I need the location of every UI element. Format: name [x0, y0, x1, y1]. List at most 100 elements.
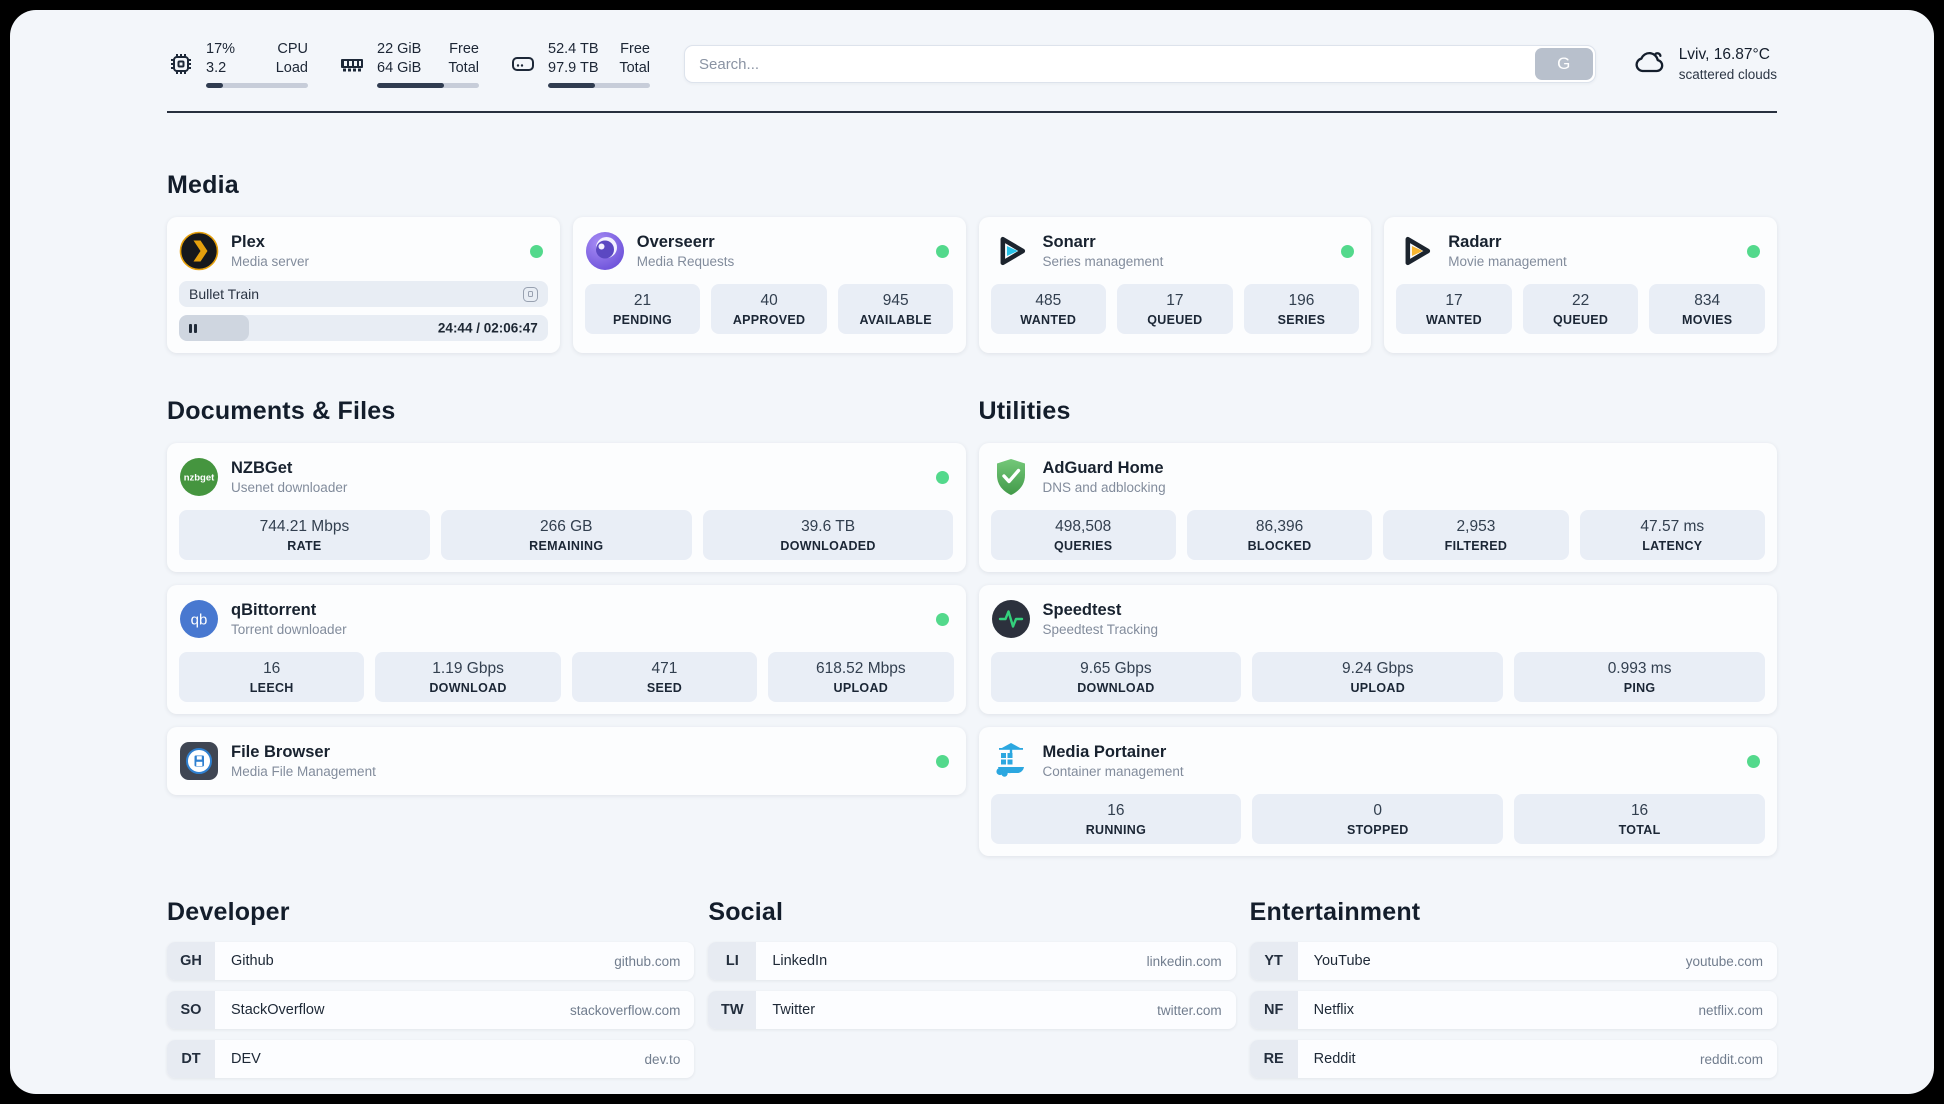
bookmark-netflix[interactable]: NF Netflix netflix.com [1249, 991, 1777, 1029]
app-card-adguard[interactable]: AdGuard Home DNS and adblocking 498,508 … [978, 443, 1777, 572]
app-card-sonarr[interactable]: Sonarr Series management 485 WANTED 17 Q… [978, 217, 1372, 353]
memory-free-label: Free [449, 41, 479, 58]
filebrowser-icon [179, 741, 219, 781]
app-card-qbittorrent[interactable]: qb qBittorrent Torrent downloader 16 LEE… [167, 585, 966, 714]
memory-icon [338, 50, 366, 78]
weather-widget[interactable]: Lviv, 16.87°C scattered clouds [1632, 45, 1777, 84]
bookmark-abbr: DT [167, 1040, 215, 1078]
app-card-nzbget[interactable]: nzbget NZBGet Usenet downloader 744.21 M… [167, 443, 966, 572]
bookmark-youtube[interactable]: YT YouTube youtube.com [1249, 942, 1777, 980]
app-card-filebrowser[interactable]: File Browser Media File Management [167, 727, 966, 795]
app-card-radarr[interactable]: Radarr Movie management 17 WANTED 22 QUE… [1384, 217, 1777, 353]
bookmark-abbr: TW [708, 991, 757, 1029]
section-social: Social LI LinkedIn linkedin.com TW Twitt… [708, 898, 1236, 1078]
status-online-dot [935, 470, 949, 484]
bookmark-stackoverflow[interactable]: SO StackOverflow stackoverflow.com [167, 991, 695, 1029]
search-input[interactable] [684, 45, 1596, 83]
bookmark-abbr: LI [708, 942, 757, 980]
app-description: Container management [1042, 764, 1184, 779]
bookmark-abbr: YT [1249, 942, 1298, 980]
bookmark-abbr: SO [167, 991, 215, 1029]
storage-free-label: Free [620, 41, 650, 58]
cpu-label: CPU [277, 41, 308, 58]
bookmark-name: Reddit [1313, 1051, 1356, 1067]
bookmark-url: dev.to [644, 1051, 681, 1067]
bookmark-abbr: RE [1249, 1040, 1298, 1078]
cpu-load-value: 3.2 [206, 60, 227, 76]
stat-queued: 17 QUEUED [1117, 284, 1233, 334]
stat-remaining: 266 GB REMAINING [440, 510, 692, 560]
stat-available: 945 AVAILABLE [837, 284, 954, 334]
bookmark-reddit[interactable]: RE Reddit reddit.com [1249, 1040, 1777, 1078]
cpu-stat: 17% 3.2 CPU Load [167, 40, 308, 88]
section-title-documents: Documents & Files [167, 397, 396, 425]
stat-seed: 471 SEED [571, 652, 758, 702]
bookmark-linkedin[interactable]: LI LinkedIn linkedin.com [708, 942, 1236, 980]
dashboard-page: 17% 3.2 CPU Load 22 GiB 64 GiB Free Tota… [10, 10, 1934, 1094]
section-title-developer: Developer [167, 898, 290, 926]
bookmark-url: youtube.com [1685, 953, 1763, 969]
weather-location-temp: Lviv, 16.87°C [1678, 46, 1770, 63]
cpu-icon [167, 50, 195, 78]
app-name: NZBGet [231, 459, 293, 477]
stat-upload: 9.24 Gbps UPLOAD [1252, 652, 1504, 702]
app-description: DNS and adblocking [1042, 480, 1166, 495]
stat-running: 16 RUNNING [990, 794, 1242, 844]
adguard-icon [991, 457, 1031, 497]
storage-total-label: Total [619, 60, 650, 76]
sonarr-icon [991, 231, 1031, 271]
section-title-utilities: Utilities [978, 397, 1071, 425]
bookmark-abbr: NF [1249, 991, 1298, 1029]
radarr-icon [1396, 231, 1436, 271]
status-online-dot [529, 244, 543, 258]
app-description: Media Requests [636, 254, 735, 269]
svg-text:qb: qb [191, 612, 208, 629]
stat-wanted: 17 WANTED [1396, 284, 1512, 334]
qbittorrent-icon: qb [179, 599, 219, 639]
portainer-icon [991, 741, 1031, 781]
memory-total-label: Total [448, 60, 479, 76]
app-name: Radarr [1448, 233, 1502, 251]
section-utilities: Utilities AdGuard Home DNS and adblockin… [978, 397, 1777, 856]
now-playing-progress: 24:44 / 02:06:47 [179, 315, 548, 341]
stat-total: 16 TOTAL [1514, 794, 1765, 844]
app-card-portainer[interactable]: Media Portainer Container management 16 … [978, 727, 1777, 856]
now-playing-time: 24:44 / 02:06:47 [437, 320, 538, 336]
stat-blocked: 86,396 BLOCKED [1186, 510, 1373, 560]
bookmark-github[interactable]: GH Github github.com [167, 942, 695, 980]
cloud-icon [1632, 45, 1666, 84]
stat-ping: 0.993 ms PING [1514, 652, 1765, 702]
app-name: qBittorrent [231, 601, 317, 619]
section-developer: Developer GH Github github.com SO StackO… [167, 898, 695, 1078]
stat-approved: 40 APPROVED [711, 284, 827, 334]
stat-queued: 22 QUEUED [1522, 284, 1639, 334]
bookmark-name: LinkedIn [772, 953, 828, 969]
video-media-icon [522, 286, 538, 302]
section-title-entertainment: Entertainment [1249, 898, 1421, 926]
app-description: Usenet downloader [231, 480, 348, 495]
app-name: File Browser [231, 743, 331, 761]
bookmark-name: Github [231, 953, 274, 969]
storage-icon [509, 50, 537, 78]
plex-icon [179, 231, 219, 271]
app-card-overseerr[interactable]: Overseerr Media Requests 21 PENDING 40 A… [572, 217, 966, 353]
app-card-speedtest[interactable]: Speedtest Speedtest Tracking 9.65 Gbps D… [978, 585, 1777, 714]
dashboard-screen: 17% 3.2 CPU Load 22 GiB 64 GiB Free Tota… [0, 0, 1944, 1104]
app-name: Sonarr [1042, 233, 1096, 251]
memory-total-value: 64 GiB [377, 60, 422, 76]
bookmark-url: linkedin.com [1146, 953, 1222, 969]
search-engine-button[interactable]: G [1534, 48, 1593, 80]
section-media: Media Plex Media server Bullet Train 24:… [167, 171, 1777, 353]
bookmark-name: Netflix [1313, 1002, 1354, 1018]
memory-stat: 22 GiB 64 GiB Free Total [338, 40, 479, 88]
app-description: Torrent downloader [231, 622, 347, 637]
overseerr-icon [585, 231, 625, 271]
app-name: Plex [231, 233, 265, 251]
app-description: Series management [1042, 254, 1164, 269]
bookmark-dev[interactable]: DT DEV dev.to [167, 1040, 695, 1078]
bookmark-twitter[interactable]: TW Twitter twitter.com [708, 991, 1236, 1029]
app-card-plex[interactable]: Plex Media server Bullet Train 24:44 / 0… [167, 217, 560, 353]
stat-download: 9.65 Gbps DOWNLOAD [990, 652, 1242, 702]
stat-downloaded: 39.6 TB DOWNLOADED [702, 510, 954, 560]
stat-rate: 744.21 Mbps RATE [179, 510, 430, 560]
